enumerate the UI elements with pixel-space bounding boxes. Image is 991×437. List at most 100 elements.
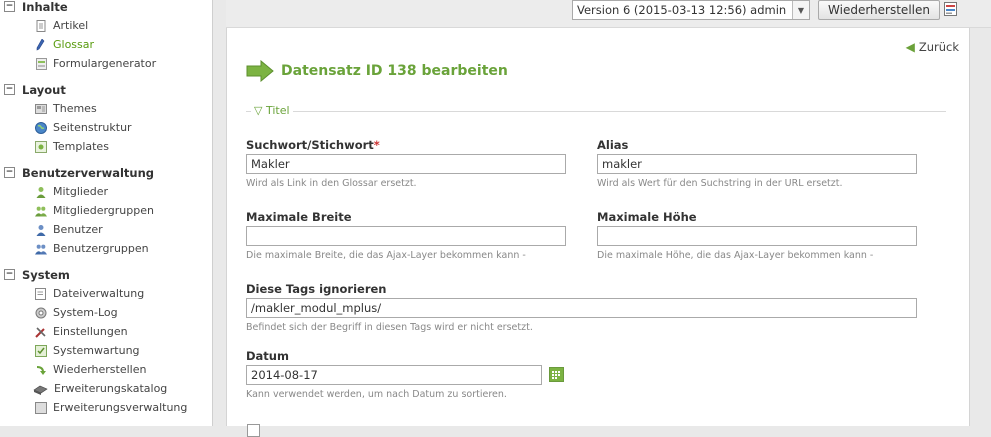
themes-icon bbox=[35, 103, 47, 115]
max-width-help: Die maximale Breite, die das Ajax-Layer … bbox=[246, 250, 526, 261]
sidebar-item-erweiterungsverwaltung[interactable]: Erweiterungsverwaltung bbox=[0, 398, 212, 417]
nav-group-header-benutzerverwaltung[interactable]: − Benutzerverwaltung bbox=[0, 163, 212, 182]
member-group-icon bbox=[35, 205, 47, 217]
globe-icon bbox=[35, 121, 47, 134]
sidebar-item-systemwartung[interactable]: Systemwartung bbox=[0, 341, 212, 360]
sidebar-item-mitglieder[interactable]: Mitglieder bbox=[0, 182, 212, 201]
required-mark: * bbox=[373, 138, 380, 152]
sidebar-item-label: Erweiterungsverwaltung bbox=[53, 401, 188, 414]
sidebar-item-system-log[interactable]: System-Log bbox=[0, 303, 212, 322]
sidebar-item-label: Seitenstruktur bbox=[53, 121, 132, 134]
keyword-field-group: Suchwort/Stichwort* Wird als Link in den… bbox=[246, 138, 566, 189]
page-title-text: Datensatz ID 138 bearbeiten bbox=[281, 63, 508, 79]
date-field-group: Datum Kann verwendet werden, um nach Dat… bbox=[246, 349, 542, 400]
collapse-icon[interactable]: − bbox=[4, 1, 15, 12]
sidebar-item-label: Systemwartung bbox=[53, 344, 140, 357]
edit-arrow-icon bbox=[246, 60, 274, 82]
nav-group-header-inhalte[interactable]: − Inhalte bbox=[0, 0, 212, 16]
main-panel: ◀ Zurück Datensatz ID 138 bearbeiten ▽ T… bbox=[226, 28, 970, 437]
max-height-help: Die maximale Höhe, die das Ajax-Layer be… bbox=[597, 250, 874, 261]
collapse-icon[interactable]: − bbox=[4, 84, 15, 95]
nav-group-header-system[interactable]: − System bbox=[0, 265, 212, 284]
sidebar-item-label: Artikel bbox=[53, 19, 89, 32]
alias-field-group: Alias Wird als Wert für den Suchstring i… bbox=[597, 138, 917, 189]
sidebar-item-label: Templates bbox=[53, 140, 109, 153]
sidebar-item-themes[interactable]: Themes bbox=[0, 99, 212, 118]
date-help: Kann verwendet werden, um nach Datum zu … bbox=[246, 389, 507, 400]
templates-icon bbox=[35, 140, 47, 153]
keyword-label: Suchwort/Stichwort* bbox=[246, 138, 566, 154]
sidebar-item-seitenstruktur[interactable]: Seitenstruktur bbox=[0, 118, 212, 137]
user-icon bbox=[35, 224, 47, 236]
sidebar-item-benutzergruppen[interactable]: Benutzergruppen bbox=[0, 239, 212, 258]
member-icon bbox=[35, 186, 47, 198]
sidebar-item-artikel[interactable]: Artikel bbox=[0, 16, 212, 35]
sidebar-item-label: Mitgliedergruppen bbox=[53, 204, 154, 217]
calendar-icon[interactable] bbox=[549, 367, 564, 382]
collapse-triangle-icon: ▽ bbox=[254, 104, 263, 117]
form-icon bbox=[35, 57, 47, 70]
keyword-help: Wird als Link in den Glossar ersetzt. bbox=[246, 178, 417, 189]
sidebar-item-dateiverwaltung[interactable]: Dateiverwaltung bbox=[0, 284, 212, 303]
sidebar-item-label: Benutzer bbox=[53, 223, 103, 236]
sidebar-item-benutzer[interactable]: Benutzer bbox=[0, 220, 212, 239]
nav-group-title: Layout bbox=[22, 82, 66, 97]
extension-icon bbox=[35, 401, 47, 414]
sidebar: − Inhalte Artikel Glossar Formulargenera… bbox=[0, 0, 213, 426]
sidebar-item-label: System-Log bbox=[53, 306, 118, 319]
max-height-field-group: Maximale Höhe Die maximale Höhe, die das… bbox=[597, 210, 917, 261]
keyword-input[interactable] bbox=[246, 154, 566, 174]
sidebar-item-label: Einstellungen bbox=[53, 325, 128, 338]
max-width-label: Maximale Breite bbox=[246, 210, 352, 224]
version-select-value: Version 6 (2015-03-13 12:56) admin bbox=[577, 3, 787, 17]
fieldset-legend[interactable]: ▽ Titel bbox=[246, 104, 946, 118]
restore-button[interactable]: Wiederherstellen bbox=[818, 0, 940, 20]
collapse-icon[interactable]: − bbox=[4, 167, 15, 178]
date-label: Datum bbox=[246, 349, 289, 363]
diff-icon[interactable] bbox=[944, 2, 958, 17]
back-label: Zurück bbox=[918, 40, 959, 54]
sidebar-item-templates[interactable]: Templates bbox=[0, 137, 212, 156]
ignore-tags-help: Befindet sich der Begriff in diesen Tags… bbox=[246, 322, 533, 333]
date-input[interactable] bbox=[246, 365, 542, 385]
sidebar-item-label: Wiederherstellen bbox=[53, 363, 147, 376]
keyword-label-text: Suchwort/Stichwort bbox=[246, 138, 374, 152]
nav-group-header-layout[interactable]: − Layout bbox=[0, 80, 212, 99]
sidebar-item-formulargenerator[interactable]: Formulargenerator bbox=[0, 54, 212, 73]
back-link[interactable]: ◀ Zurück bbox=[906, 40, 959, 54]
chevron-down-icon[interactable]: ▼ bbox=[792, 1, 809, 19]
sidebar-item-label: Benutzergruppen bbox=[53, 242, 149, 255]
sidebar-item-label: Erweiterungskatalog bbox=[54, 382, 168, 395]
document-icon bbox=[35, 19, 47, 32]
alias-input[interactable] bbox=[597, 154, 917, 174]
nav-group-title: Benutzerverwaltung bbox=[22, 165, 154, 180]
legend-label[interactable]: ▽ Titel bbox=[251, 104, 293, 117]
settings-icon bbox=[35, 326, 47, 338]
max-width-field-group: Maximale Breite Die maximale Breite, die… bbox=[246, 210, 566, 261]
ignore-tags-field-group: Diese Tags ignorieren Befindet sich der … bbox=[246, 282, 917, 333]
sidebar-item-einstellungen[interactable]: Einstellungen bbox=[0, 322, 212, 341]
back-arrow-icon: ◀ bbox=[905, 40, 915, 54]
version-select[interactable]: Version 6 (2015-03-13 12:56) admin ▼ bbox=[572, 0, 810, 20]
max-height-input[interactable] bbox=[597, 226, 917, 246]
sidebar-item-label: Dateiverwaltung bbox=[53, 287, 145, 300]
folder-icon bbox=[35, 287, 47, 300]
sidebar-item-mitgliedergruppen[interactable]: Mitgliedergruppen bbox=[0, 201, 212, 220]
max-width-input[interactable] bbox=[246, 226, 566, 246]
sidebar-item-label: Glossar bbox=[53, 38, 95, 51]
nav-group-system: − System Dateiverwaltung System-Log Eins… bbox=[0, 265, 212, 417]
collapse-icon[interactable]: − bbox=[4, 269, 15, 280]
ignore-tags-label: Diese Tags ignorieren bbox=[246, 282, 387, 296]
user-group-icon bbox=[35, 243, 47, 255]
legend-divider bbox=[246, 111, 946, 112]
sidebar-item-wiederherstellen[interactable]: Wiederherstellen bbox=[0, 360, 212, 379]
alias-help: Wird als Wert für den Suchstring in der … bbox=[597, 178, 843, 189]
nav-group-title: System bbox=[22, 267, 70, 282]
pen-icon bbox=[35, 38, 47, 51]
log-icon bbox=[35, 307, 47, 319]
sidebar-item-label: Formulargenerator bbox=[53, 57, 157, 70]
sidebar-item-erweiterungskatalog[interactable]: Erweiterungskatalog bbox=[0, 379, 212, 398]
page-title: Datensatz ID 138 bearbeiten bbox=[246, 60, 508, 82]
ignore-tags-input[interactable] bbox=[246, 298, 917, 318]
sidebar-item-glossar[interactable]: Glossar bbox=[0, 35, 212, 54]
